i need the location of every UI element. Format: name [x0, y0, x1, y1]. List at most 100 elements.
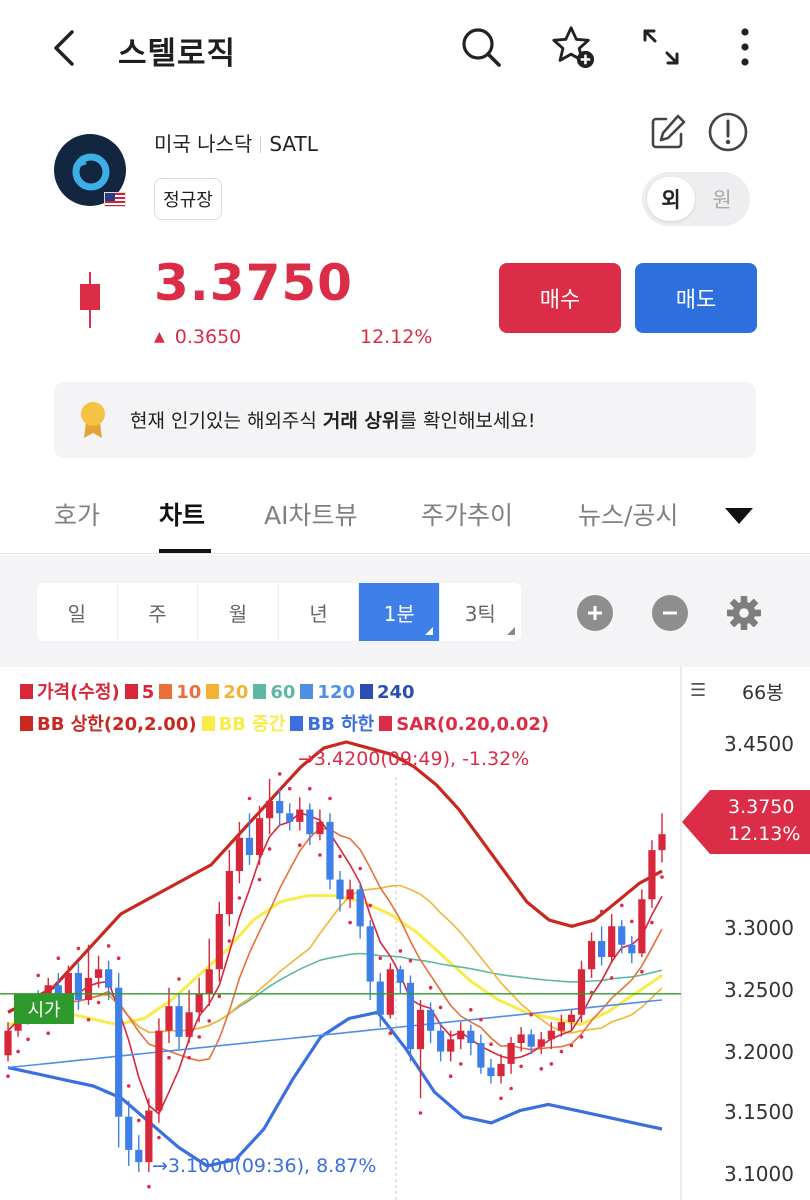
- candle-body: [658, 834, 666, 851]
- more-menu-button[interactable]: [722, 24, 768, 70]
- candle-body: [155, 1030, 163, 1111]
- candle-body: [185, 1012, 193, 1037]
- sar-dot: [267, 847, 272, 851]
- sar-dot: [438, 1005, 443, 1010]
- sar-dot: [277, 772, 282, 776]
- period-3tick[interactable]: 3틱: [440, 583, 521, 641]
- legend-swatch: [290, 716, 304, 731]
- zoom-out-button[interactable]: [652, 595, 688, 631]
- sar-dot: [448, 1074, 453, 1078]
- candle-body: [598, 941, 606, 957]
- banner-text-bold: 거래 상위: [322, 410, 400, 432]
- candle-body: [426, 1009, 435, 1031]
- dropdown-corner-icon: [424, 627, 433, 635]
- period-label: 월: [228, 601, 248, 626]
- legend-swatch: [159, 684, 173, 699]
- currency-foreign-option[interactable]: 외: [647, 177, 695, 221]
- medal-icon: [81, 402, 105, 438]
- sar-dot: [529, 1012, 533, 1017]
- period-selector: 일 주 월 년 1분 3틱: [37, 583, 521, 641]
- sar-dot: [479, 1017, 483, 1022]
- sell-button[interactable]: 매도: [635, 263, 757, 333]
- legend-swatch: [300, 684, 314, 699]
- chart-canvas[interactable]: [0, 667, 810, 1200]
- candle-body: [487, 1067, 495, 1077]
- promo-banner[interactable]: 현재 인기있는 해외주식 거래 상위를 확인해보세요!: [54, 382, 756, 458]
- candle-body: [255, 818, 264, 856]
- candle-body: [497, 1063, 505, 1077]
- legend-label: 5: [141, 682, 155, 703]
- period-week[interactable]: 주: [118, 583, 199, 641]
- search-button[interactable]: [458, 24, 504, 70]
- legend-label: 120: [317, 682, 355, 703]
- candle-count: 66봉: [742, 682, 784, 704]
- minus-icon: [663, 611, 677, 615]
- y-tick: 3.1500: [724, 1100, 794, 1124]
- legend-swatch: [253, 684, 267, 699]
- chart-settings-button[interactable]: [726, 595, 762, 631]
- candle-body: [477, 1043, 485, 1068]
- tab-orderbook[interactable]: 호가: [54, 496, 100, 532]
- tab-more-dropdown[interactable]: [722, 500, 756, 530]
- candle-body: [366, 926, 374, 982]
- high-annotation: →3.4200(09:49), -1.32%: [298, 748, 529, 770]
- sar-dot: [257, 877, 262, 882]
- candle-body: [396, 969, 404, 983]
- candle-body: [507, 1043, 515, 1064]
- zoom-in-button[interactable]: [577, 595, 613, 631]
- legend-item: 240: [360, 682, 415, 703]
- plus-icon: [588, 606, 602, 620]
- alert-circle-icon: [708, 112, 748, 152]
- period-year[interactable]: 년: [279, 583, 360, 641]
- sar-dot: [46, 1031, 50, 1035]
- candle-body: [406, 982, 415, 1050]
- legend-swatch: [20, 716, 33, 731]
- sar-dot: [630, 919, 634, 924]
- legend-label: 240: [377, 682, 415, 703]
- session-badge: 정규장: [154, 178, 222, 220]
- legend-swatch: [124, 684, 138, 699]
- legend-item: BB 상한(20,2.00): [20, 714, 197, 735]
- period-month[interactable]: 월: [198, 583, 279, 641]
- sar-dot: [56, 956, 61, 960]
- tab-ai-chart[interactable]: AI차트뷰: [264, 496, 357, 532]
- ma5-line: [7, 811, 663, 1116]
- tab-chart[interactable]: 차트: [159, 496, 205, 532]
- high-annotation-text: 3.4200(09:49), -1.32%: [313, 748, 530, 770]
- sar-dot: [368, 903, 373, 908]
- sar-dot: [318, 853, 322, 857]
- candle-body: [638, 899, 646, 954]
- sar-dot: [227, 939, 232, 943]
- fullscreen-button[interactable]: [638, 24, 684, 70]
- candle-body: [64, 972, 72, 994]
- currency-toggle[interactable]: 외 원: [642, 172, 750, 226]
- sar-dot: [579, 1035, 584, 1039]
- period-1min[interactable]: 1분: [359, 583, 440, 641]
- candle-body: [577, 969, 586, 1015]
- legend-label: SAR(0.20,0.02): [396, 714, 550, 735]
- chevron-left-icon: [54, 30, 74, 66]
- buy-button[interactable]: 매수: [499, 263, 621, 333]
- candle-body: [447, 1039, 455, 1052]
- currency-krw-option[interactable]: 원: [698, 177, 746, 221]
- legend-item: 120: [300, 682, 355, 703]
- back-button[interactable]: [44, 26, 84, 70]
- edit-button[interactable]: [646, 110, 690, 154]
- price-chart[interactable]: [0, 667, 810, 1200]
- sar-dot: [469, 1008, 473, 1012]
- gear-icon: [726, 595, 762, 631]
- tab-price-trend[interactable]: 주가추이: [421, 496, 513, 532]
- sar-dot: [207, 1019, 211, 1023]
- sar-dot: [569, 1043, 574, 1048]
- market-name: 미국 나스닥: [154, 132, 253, 156]
- tab-news[interactable]: 뉴스/공시: [578, 496, 678, 532]
- candle-body: [195, 993, 203, 1013]
- legend-label: 가격(수정): [37, 682, 120, 703]
- sar-dot: [549, 1062, 554, 1066]
- info-button[interactable]: [706, 110, 750, 154]
- axis-menu-icon[interactable]: ☰: [690, 680, 706, 701]
- legend-swatch: [20, 684, 33, 699]
- period-day[interactable]: 일: [37, 583, 118, 641]
- sar-dot: [539, 1067, 544, 1071]
- add-favorite-button[interactable]: [550, 24, 596, 70]
